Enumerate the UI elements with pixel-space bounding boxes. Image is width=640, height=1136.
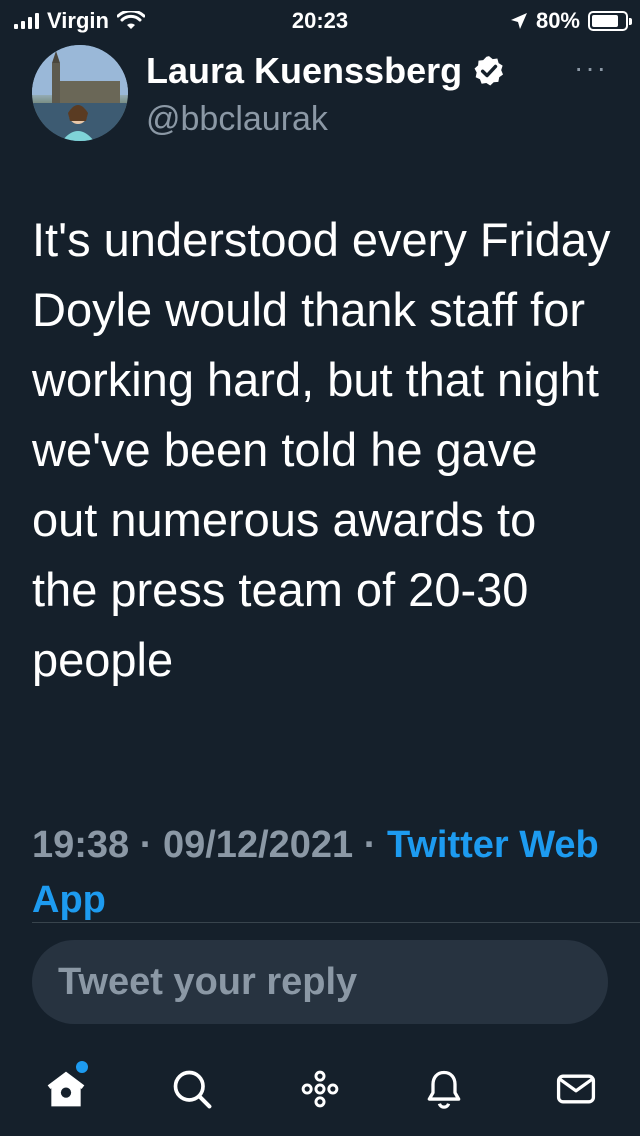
display-name-text: Laura Kuenssberg (146, 50, 463, 91)
nav-messages[interactable] (552, 1065, 600, 1113)
bottom-nav (0, 1045, 640, 1136)
divider (32, 922, 640, 923)
reply-input[interactable] (32, 940, 608, 1024)
status-bar: Virgin 20:23 80% (0, 0, 640, 40)
reply-box[interactable] (32, 940, 608, 1024)
battery-icon (588, 11, 632, 31)
location-arrow-icon (510, 13, 527, 29)
verified-badge-icon (474, 56, 504, 86)
nav-notifications[interactable] (420, 1065, 468, 1113)
battery-fill (592, 15, 618, 27)
nav-spaces[interactable] (296, 1065, 344, 1113)
tweet-time: 19:38 (32, 824, 130, 866)
battery-percent: 80% (535, 8, 580, 33)
avatar[interactable] (32, 45, 128, 141)
notification-dot (76, 1061, 88, 1073)
status-right: 80% (510, 8, 632, 34)
spaces-icon (301, 1070, 339, 1108)
tweet-text: It's understood every Friday Doyle would… (32, 213, 611, 686)
home-icon (47, 1071, 85, 1107)
nav-home[interactable] (42, 1061, 90, 1113)
user-handle[interactable]: @bbclaurak (146, 100, 328, 139)
tweet-meta: 19:38 · 09/12/2021 · Twitter Web App (32, 818, 612, 928)
search-icon (173, 1070, 212, 1109)
meta-separator: · (353, 824, 387, 866)
notifications-icon (427, 1070, 461, 1109)
nav-search[interactable] (168, 1065, 216, 1113)
avatar-image (32, 45, 128, 141)
messages-icon (556, 1074, 596, 1104)
more-options-icon[interactable]: ··· (574, 52, 608, 84)
display-name[interactable]: Laura Kuenssberg (146, 50, 506, 92)
tweet-date: 09/12/2021 (162, 824, 354, 866)
meta-separator: · (129, 824, 163, 866)
